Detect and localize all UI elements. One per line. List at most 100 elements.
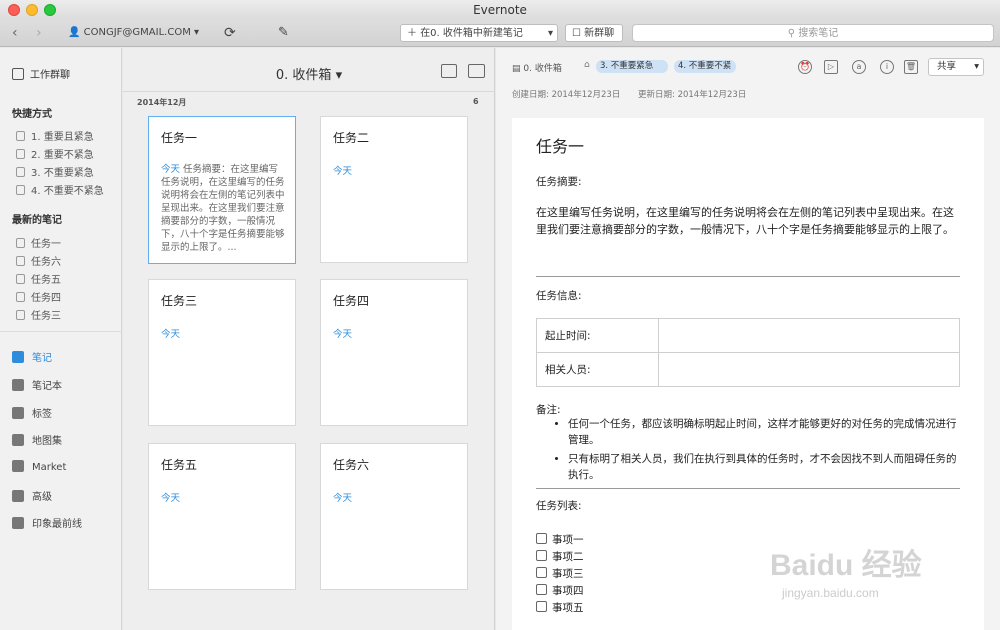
note-icon	[16, 274, 25, 284]
checkbox-icon[interactable]	[536, 601, 547, 612]
shortcuts-heading: 快捷方式	[12, 109, 52, 120]
plus-icon: ＋	[407, 28, 417, 39]
tag-icon	[12, 407, 24, 419]
trash-icon[interactable]: 🗑	[904, 60, 918, 74]
note-list-header: 0. 收件箱 ▾	[123, 48, 495, 92]
note-title[interactable]: 任务一	[536, 133, 584, 157]
sync-icon[interactable]: ⟳	[224, 24, 236, 42]
checkbox-icon[interactable]	[536, 550, 547, 561]
chevron-down-icon: ▾	[194, 27, 200, 38]
sidebar-item-discover[interactable]: 印象最前线	[12, 515, 82, 530]
notes-list: 任何一个任务，都应该明确标明起止时间，这样才能够更好的对任务的完成情况进行管理。…	[556, 416, 966, 486]
info-icon[interactable]: i	[880, 60, 894, 74]
note-icon	[16, 256, 25, 266]
share-button[interactable]: 共享 ▾	[928, 58, 984, 76]
chevron-down-icon[interactable]: ▾	[548, 25, 553, 43]
share-notebook-icon[interactable]	[441, 64, 457, 78]
list-item: 只有标明了相关人员，我们在执行到具体的任务时，才不会因找不到人而阻碍任务的执行。	[568, 451, 966, 483]
note-card-snippet: 今天 任务摘要：在这里编写任务说明，在这里编写的任务说明将会在左侧的笔记列表中呈…	[161, 163, 285, 254]
created-date: 创建日期: 2014年12月23日	[512, 90, 621, 100]
updated-date: 更新日期: 2014年12月23日	[638, 90, 747, 100]
todo-item[interactable]: 事项二	[536, 549, 584, 564]
recent-note-item[interactable]: 任务一	[16, 235, 61, 250]
new-chat-button[interactable]: ☐ 新群聊	[565, 24, 623, 42]
notes-icon	[12, 351, 24, 363]
tag-chip[interactable]: 4. 不重要不紧	[674, 60, 736, 73]
note-card[interactable]: 任务三 今天	[148, 279, 296, 426]
forward-arrow-icon[interactable]: ›	[36, 24, 42, 42]
note-card[interactable]: 任务六 今天	[320, 443, 468, 590]
notebook-stack-icon	[16, 131, 25, 141]
todo-item[interactable]: 事项五	[536, 600, 584, 615]
sidebar-work-chat[interactable]: 工作群聊	[12, 66, 70, 81]
table-cell: 起止时间:	[536, 318, 659, 353]
sidebar-item-notes[interactable]: 笔记	[12, 349, 52, 364]
window-titlebar: Evernote	[0, 0, 1000, 20]
sidebar-item-atlas[interactable]: 地图集	[12, 432, 62, 447]
notebook-selector[interactable]: 0. 收件箱 ▾	[123, 64, 495, 83]
note-card-title: 任务五	[161, 458, 198, 472]
tag-chip[interactable]: 3. 不重要紧急	[596, 60, 668, 73]
table-cell[interactable]	[658, 318, 960, 353]
divider	[536, 488, 960, 489]
notebook-stack-icon	[16, 149, 25, 159]
new-chat-label: 新群聊	[584, 28, 615, 39]
reminder-icon[interactable]: ⏰	[798, 60, 812, 74]
note-icon	[16, 292, 25, 302]
todo-item[interactable]: 事项四	[536, 583, 584, 598]
chevron-down-icon[interactable]: ▾	[974, 59, 979, 75]
activity-feed-icon[interactable]: ✎	[278, 24, 289, 42]
search-input[interactable]: ⚲ 搜索笔记	[632, 24, 994, 42]
note-card-date: 今天	[333, 166, 353, 177]
checkbox-icon[interactable]	[536, 533, 547, 544]
note-card-summary: 任务摘要：在这里编写任务说明，在这里编写的任务说明将会在左侧的笔记列表中呈现出来…	[161, 164, 285, 253]
note-card-title: 任务一	[161, 131, 198, 145]
note-document[interactable]: 任务一 任务摘要: 在这里编写任务说明，在这里编写的任务说明将会在左侧的笔记列表…	[512, 118, 984, 630]
recent-note-item[interactable]: 任务四	[16, 289, 61, 304]
close-window-icon[interactable]	[8, 4, 20, 16]
shortcut-item[interactable]: 2. 重要不紧急	[16, 146, 94, 161]
recent-note-item[interactable]: 任务六	[16, 253, 61, 268]
new-note-button[interactable]: ＋ 在0. 收件箱中新建笔记 ▾	[400, 24, 558, 42]
checkbox-icon[interactable]	[536, 584, 547, 595]
note-card[interactable]: 任务一 今天 任务摘要：在这里编写任务说明，在这里编写的任务说明将会在左侧的笔记…	[148, 116, 296, 264]
list-item: 任何一个任务，都应该明确标明起止时间，这样才能够更好的对任务的完成情况进行管理。	[568, 416, 966, 448]
account-menu[interactable]: 👤 CONGJF@GMAIL.COM ▾	[68, 24, 199, 42]
todo-item[interactable]: 事项三	[536, 566, 584, 581]
note-card[interactable]: 任务四 今天	[320, 279, 468, 426]
maximize-window-icon[interactable]	[44, 4, 56, 16]
back-arrow-icon[interactable]: ‹	[12, 24, 18, 42]
minimize-window-icon[interactable]	[26, 4, 38, 16]
chevron-down-icon: ▾	[335, 68, 343, 83]
recent-note-item[interactable]: 任务三	[16, 307, 61, 322]
table-cell[interactable]	[658, 352, 960, 387]
view-options-icon[interactable]	[468, 64, 485, 78]
mention-icon[interactable]: a	[852, 60, 866, 74]
todo-item[interactable]: 事项一	[536, 532, 584, 547]
sidebar-item-market[interactable]: Market	[12, 460, 66, 473]
note-card[interactable]: 任务五 今天	[148, 443, 296, 590]
note-card-title: 任务二	[333, 131, 370, 145]
toolbar: ‹ › 👤 CONGJF@GMAIL.COM ▾ ⟳ ✎ ＋ 在0. 收件箱中新…	[0, 20, 1000, 47]
presentation-icon[interactable]: ▷	[824, 60, 838, 74]
note-card-date: 今天	[333, 329, 353, 340]
editor-header: ▤ 0. 收件箱 ⌂ 3. 不重要紧急 4. 不重要不紧 ⏰ ▷ a i 🗑 共…	[496, 48, 1000, 116]
recent-note-item[interactable]: 任务五	[16, 271, 61, 286]
notebook-link[interactable]: ▤ 0. 收件箱	[512, 61, 562, 74]
shortcut-item[interactable]: 1. 重要且紧急	[16, 128, 94, 143]
todo-heading: 任务列表:	[536, 500, 582, 512]
sidebar-item-notebooks[interactable]: 笔记本	[12, 377, 62, 392]
note-card-date: 今天	[333, 493, 353, 504]
shortcut-item[interactable]: 3. 不重要紧急	[16, 164, 94, 179]
note-card[interactable]: 任务二 今天	[320, 116, 468, 263]
note-count: 6	[473, 97, 479, 106]
table-row: 起止时间:	[536, 318, 960, 353]
sidebar-item-premium[interactable]: 高级	[12, 488, 52, 503]
checkbox-icon[interactable]	[536, 567, 547, 578]
shortcut-item[interactable]: 4. 不重要不紧急	[16, 182, 104, 197]
sidebar-item-tags[interactable]: 标签	[12, 405, 52, 420]
notebook-stack-icon	[16, 185, 25, 195]
note-card-title: 任务六	[333, 458, 370, 472]
tag-icon: ⌂	[584, 60, 590, 70]
info-table: 起止时间: 相关人员:	[536, 318, 960, 387]
